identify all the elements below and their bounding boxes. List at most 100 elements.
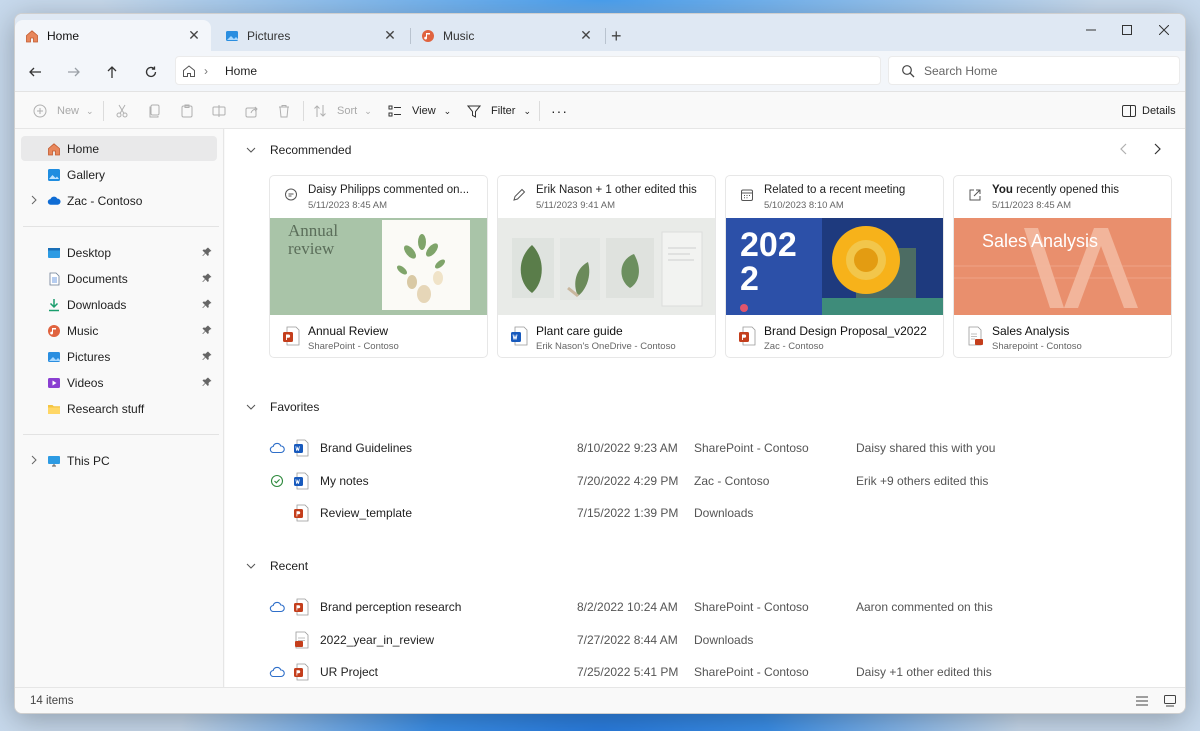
thumbnail-plant-image bbox=[512, 231, 703, 307]
tiles-view-button[interactable] bbox=[1163, 694, 1177, 707]
search-box[interactable]: Search Home bbox=[888, 56, 1180, 85]
card-activity: You recently opened this bbox=[992, 184, 1119, 196]
home-content: Recommended Daisy Philipps commented on.… bbox=[225, 129, 1185, 687]
sidebar-item-downloads[interactable]: Downloads bbox=[21, 292, 217, 317]
pin-icon[interactable] bbox=[201, 324, 213, 336]
home-icon bbox=[182, 64, 196, 78]
toolbar-divider bbox=[303, 101, 304, 121]
maximize-button[interactable] bbox=[1109, 14, 1145, 46]
list-item[interactable]: Brand Guidelines 8/10/2022 9:23 AM Share… bbox=[225, 432, 1185, 464]
refresh-button[interactable] bbox=[138, 60, 164, 84]
card-thumbnail: Annual review bbox=[270, 218, 487, 315]
view-list-icon bbox=[388, 105, 401, 117]
calendar-icon bbox=[741, 189, 753, 201]
list-item[interactable]: Review_template 7/15/2022 1:39 PM Downlo… bbox=[225, 497, 1185, 529]
tab-music[interactable]: Music ✕ bbox=[411, 20, 603, 51]
file-name: Review_template bbox=[320, 506, 413, 520]
chevron-right-icon bbox=[1154, 143, 1161, 155]
sidebar-item-home[interactable]: Home bbox=[21, 136, 217, 161]
refresh-icon bbox=[145, 66, 157, 78]
favorites-header[interactable]: Favorites bbox=[245, 400, 319, 414]
music-icon bbox=[421, 29, 435, 43]
videos-icon bbox=[47, 376, 61, 390]
chevron-right-icon[interactable] bbox=[29, 195, 39, 205]
new-button[interactable]: New ⌄ bbox=[33, 98, 94, 124]
paste-button[interactable] bbox=[180, 98, 194, 124]
carousel-prev-button[interactable] bbox=[1116, 141, 1132, 157]
recommended-card-brand-design-proposal[interactable]: Related to a recent meeting 5/10/2023 8:… bbox=[725, 175, 944, 358]
list-item[interactable]: 2022_year_in_review 7/27/2022 8:44 AM Do… bbox=[225, 624, 1185, 656]
details-pane-button[interactable]: Details bbox=[1122, 98, 1176, 124]
card-thumbnail: Sales Analysis bbox=[954, 218, 1171, 315]
minimize-button[interactable] bbox=[1073, 14, 1109, 46]
card-activity-text: Related to a recent meeting bbox=[764, 184, 906, 196]
breadcrumb-home[interactable]: Home bbox=[225, 64, 257, 78]
word-file-icon bbox=[294, 472, 309, 490]
plus-icon: + bbox=[611, 25, 622, 46]
list-item[interactable]: Brand perception research 8/2/2022 10:24… bbox=[225, 591, 1185, 623]
forward-button[interactable] bbox=[61, 60, 87, 84]
cut-button[interactable] bbox=[115, 98, 129, 124]
close-tab-icon[interactable]: ✕ bbox=[579, 27, 593, 43]
sidebar-item-desktop[interactable]: Desktop bbox=[21, 240, 217, 265]
synced-check-icon bbox=[270, 474, 284, 488]
filter-button[interactable]: Filter ⌄ bbox=[467, 98, 531, 124]
close-tab-icon[interactable]: ✕ bbox=[383, 27, 397, 43]
word-file-icon bbox=[294, 439, 309, 457]
sidebar-item-this-pc[interactable]: This PC bbox=[21, 448, 217, 473]
pin-icon[interactable] bbox=[201, 272, 213, 284]
close-tab-icon[interactable]: ✕ bbox=[187, 27, 201, 43]
view-button[interactable]: View ⌄ bbox=[388, 98, 451, 124]
pin-icon[interactable] bbox=[201, 350, 213, 362]
copy-button[interactable] bbox=[148, 98, 162, 124]
recommended-card-annual-review[interactable]: Daisy Philipps commented on... 5/11/2023… bbox=[269, 175, 488, 358]
up-button[interactable] bbox=[99, 60, 125, 84]
recommended-card-sales-analysis[interactable]: You recently opened this 5/11/2023 8:45 … bbox=[953, 175, 1172, 358]
list-item[interactable]: My notes 7/20/2022 4:29 PM Zac - Contoso… bbox=[225, 465, 1185, 497]
card-activity: Erik Nason + 1 other edited this bbox=[536, 184, 697, 196]
recent-header[interactable]: Recent bbox=[245, 559, 308, 573]
sort-button[interactable]: Sort ⌄ bbox=[313, 98, 372, 124]
cloud-status-icon bbox=[269, 442, 285, 454]
card-actor: Daisy Philipps bbox=[308, 184, 381, 196]
sidebar-item-gallery[interactable]: Gallery bbox=[21, 162, 217, 187]
chevron-down-icon[interactable] bbox=[245, 401, 257, 413]
sidebar-item-music[interactable]: Music bbox=[21, 318, 217, 343]
file-date: 7/15/2022 1:39 PM bbox=[577, 506, 679, 520]
search-input[interactable]: Search Home bbox=[924, 64, 997, 78]
home-icon bbox=[25, 29, 39, 43]
pin-icon[interactable] bbox=[201, 246, 213, 258]
sidebar-item-pictures[interactable]: Pictures bbox=[21, 344, 217, 369]
sidebar-item-documents[interactable]: Documents bbox=[21, 266, 217, 291]
tab-home[interactable]: Home ✕ bbox=[15, 20, 211, 51]
sort-arrows-icon bbox=[314, 105, 326, 117]
close-window-button[interactable] bbox=[1146, 14, 1182, 46]
delete-button[interactable] bbox=[277, 98, 291, 124]
list-item[interactable]: UR Project 7/25/2022 5:41 PM SharePoint … bbox=[225, 656, 1185, 688]
card-file-name: Annual Review bbox=[308, 324, 389, 338]
chevron-right-icon[interactable] bbox=[29, 455, 39, 465]
sidebar-item-onedrive[interactable]: Zac - Contoso bbox=[21, 188, 217, 213]
chevron-down-icon[interactable] bbox=[245, 144, 257, 156]
carousel-next-button[interactable] bbox=[1149, 141, 1165, 157]
tab-divider bbox=[605, 28, 606, 44]
details-view-button[interactable] bbox=[1135, 695, 1149, 707]
chevron-down-icon[interactable] bbox=[245, 560, 257, 572]
tab-pictures[interactable]: Pictures ✕ bbox=[215, 20, 407, 51]
rename-button[interactable] bbox=[212, 98, 226, 124]
share-icon bbox=[245, 106, 258, 118]
more-options-button[interactable]: ··· bbox=[551, 98, 568, 124]
tab-label: Home bbox=[47, 28, 80, 43]
share-button[interactable] bbox=[245, 98, 259, 124]
recommended-header[interactable]: Recommended bbox=[245, 143, 351, 157]
pin-icon[interactable] bbox=[201, 376, 213, 388]
thumbnail-title: Sales Analysis bbox=[982, 231, 1099, 251]
back-button[interactable] bbox=[22, 60, 48, 84]
sidebar-item-research-stuff[interactable]: Research stuff bbox=[21, 396, 217, 421]
recommended-card-plant-care-guide[interactable]: Erik Nason + 1 other edited this 5/11/20… bbox=[497, 175, 716, 358]
title-bar: Home ✕ Pictures ✕ Music ✕ + bbox=[15, 14, 1185, 51]
address-field[interactable]: › Home bbox=[175, 56, 881, 85]
pin-icon[interactable] bbox=[201, 298, 213, 310]
sidebar-item-videos[interactable]: Videos bbox=[21, 370, 217, 395]
new-tab-button[interactable]: + bbox=[611, 20, 631, 51]
